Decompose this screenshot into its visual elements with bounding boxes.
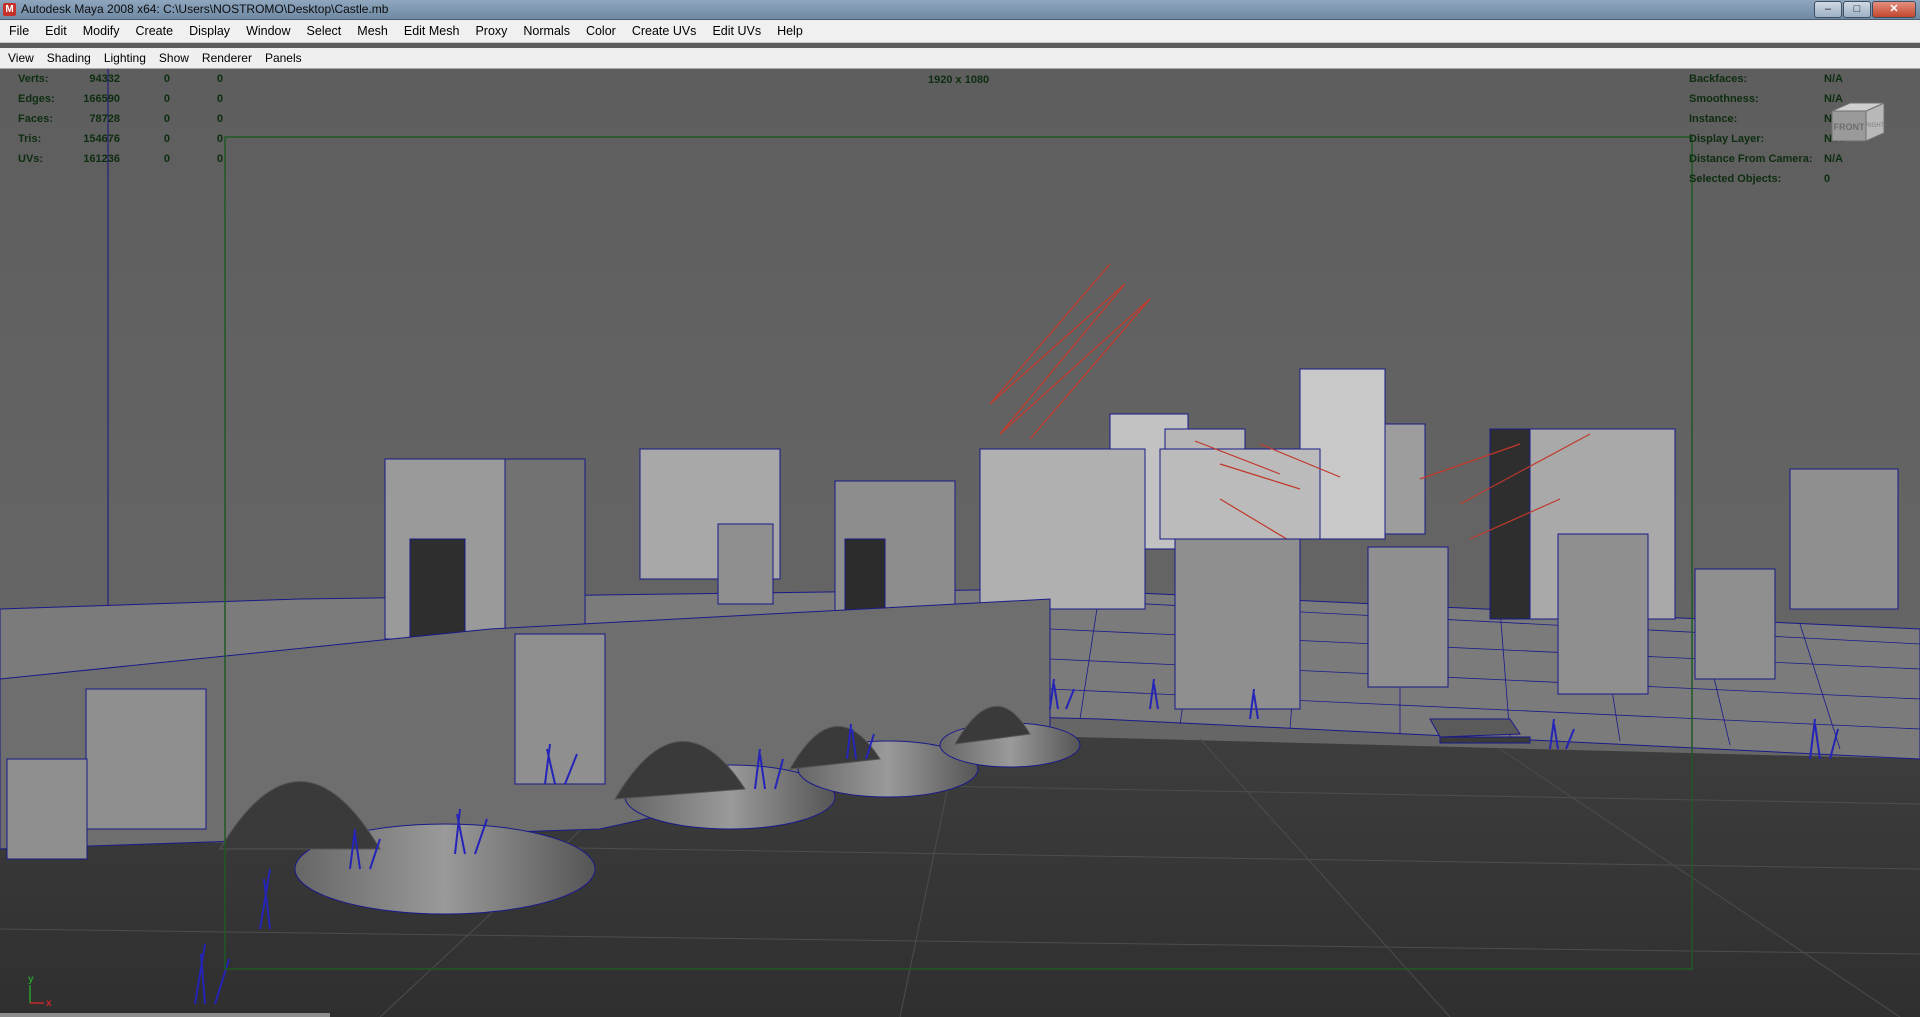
- close-button[interactable]: ✕: [1872, 1, 1916, 18]
- minimize-button[interactable]: –: [1814, 1, 1842, 18]
- menu-window[interactable]: Window: [237, 24, 297, 38]
- hud-edges-row: Edges: 166590 0 0: [18, 89, 223, 109]
- axis-x-label: x: [46, 998, 52, 1009]
- hud-label: Selected Objects:: [1689, 173, 1782, 185]
- hud-value: 0: [163, 73, 170, 85]
- menu-normals[interactable]: Normals: [514, 24, 577, 38]
- resolution-gate-label: 1920 x 1080: [928, 74, 990, 86]
- hud-value: 0: [216, 133, 223, 145]
- hud-label: Edges:: [18, 93, 55, 105]
- hud-value: 0: [163, 113, 170, 125]
- hud-value: 0: [1824, 173, 1831, 185]
- maya-app-icon: M: [3, 3, 16, 16]
- hud-value: N/A: [1824, 153, 1843, 165]
- menu-create-uvs[interactable]: Create UVs: [623, 24, 704, 38]
- menu-mesh[interactable]: Mesh: [348, 24, 395, 38]
- panel-menu-show[interactable]: Show: [151, 51, 194, 65]
- viewcube-right-label: RIGHT: [1866, 123, 1885, 129]
- hud-label: Tris:: [18, 133, 42, 145]
- object-info-hud: Backfaces:N/A Smoothness:N/A Instance:N/…: [1689, 69, 1843, 189]
- hud-label: Backfaces:: [1689, 73, 1748, 85]
- hud-display-layer-row: Display Layer:N/A: [1689, 129, 1843, 149]
- hud-value: N/A: [1824, 73, 1843, 85]
- poly-count-hud: Verts: 94332 0 0 Edges: 166590 0 0 Faces: 78728…: [18, 69, 223, 169]
- hud-selected-row: Selected Objects: 0: [1689, 169, 1843, 189]
- perspective-viewport[interactable]: Verts: 94332 0 0 Edges: 166590 0 0 Faces: 78728…: [0, 69, 1920, 1017]
- viewcube-icon[interactable]: FRONT RIGHT: [1828, 97, 1888, 145]
- hud-value: 161236: [83, 153, 120, 165]
- panel-menu-view[interactable]: View: [0, 51, 39, 65]
- viewport-bottom-tabs: [0, 1013, 330, 1017]
- hud-value: 0: [216, 153, 223, 165]
- hud-label: Faces:: [18, 113, 53, 125]
- panel-menubar: View Shading Lighting Show Renderer Pane…: [0, 48, 1920, 69]
- window-title: Autodesk Maya 2008 x64: C:\Users\NOSTROM…: [21, 2, 389, 16]
- hud-label: Verts:: [18, 73, 49, 85]
- hud-verts-row: Verts: 94332 0 0: [18, 69, 223, 89]
- axis-indicator-icon: y x: [28, 974, 52, 1009]
- hud-tris-row: Tris: 154676 0 0: [18, 129, 223, 149]
- hud-value: 154676: [83, 133, 120, 145]
- hud-value: 0: [163, 153, 170, 165]
- menu-file[interactable]: File: [0, 24, 36, 38]
- menu-modify[interactable]: Modify: [74, 24, 127, 38]
- menu-edit-uvs[interactable]: Edit UVs: [703, 24, 768, 38]
- main-menubar: File Edit Modify Create Display Window S…: [0, 20, 1920, 43]
- menu-select[interactable]: Select: [298, 24, 349, 38]
- hud-label: Display Layer:: [1689, 133, 1765, 145]
- menu-display[interactable]: Display: [180, 24, 237, 38]
- maximize-button[interactable]: □: [1843, 1, 1871, 18]
- hud-label: Distance From Camera:: [1689, 153, 1813, 165]
- menu-proxy[interactable]: Proxy: [466, 24, 514, 38]
- viewcube-front-label: FRONT: [1834, 122, 1865, 132]
- menu-help[interactable]: Help: [768, 24, 810, 38]
- panel-menu-renderer[interactable]: Renderer: [194, 51, 257, 65]
- hud-distance-row: Distance From Camera: N/A: [1689, 149, 1843, 169]
- menu-edit-mesh[interactable]: Edit Mesh: [395, 24, 467, 38]
- menu-edit[interactable]: Edit: [36, 24, 74, 38]
- hud-value: 0: [216, 113, 223, 125]
- hud-label: Smoothness:: [1689, 93, 1759, 105]
- hud-value: 0: [163, 93, 170, 105]
- menu-create[interactable]: Create: [127, 24, 181, 38]
- panel-menu-lighting[interactable]: Lighting: [96, 51, 151, 65]
- castle-scene[interactable]: [0, 69, 1920, 1017]
- hud-smoothness-row: Smoothness: N/A: [1689, 89, 1843, 109]
- hud-value: 0: [163, 133, 170, 145]
- hud-value: 0: [216, 93, 223, 105]
- hud-backfaces-row: Backfaces: N/A: [1689, 69, 1843, 89]
- panel-menu-shading[interactable]: Shading: [39, 51, 96, 65]
- hud-uvs-row: UVs: 161236 0 0: [18, 149, 223, 169]
- hud-value: 78728: [89, 113, 120, 125]
- hud-instance-row: Instance:N/A: [1689, 109, 1843, 129]
- title-bar: M Autodesk Maya 2008 x64: C:\Users\NOSTR…: [0, 0, 1920, 20]
- hud-value: 94332: [89, 73, 120, 85]
- menu-color[interactable]: Color: [577, 24, 623, 38]
- hud-label: UVs:: [18, 153, 44, 165]
- hud-faces-row: Faces: 78728 0 0: [18, 109, 223, 129]
- hud-value: 166590: [83, 93, 120, 105]
- panel-menu-panels[interactable]: Panels: [257, 51, 307, 65]
- hud-value: 0: [216, 73, 223, 85]
- axis-y-label: y: [28, 974, 34, 985]
- hud-label: Instance:: [1689, 113, 1738, 125]
